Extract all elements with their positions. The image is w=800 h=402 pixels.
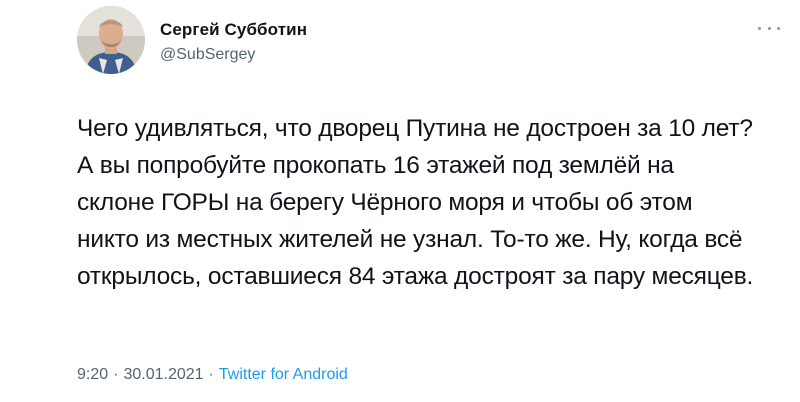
meta-separator: · xyxy=(208,366,214,383)
author-handle[interactable]: @SubSergey xyxy=(160,46,255,64)
dot xyxy=(777,26,780,30)
more-horizontal-icon[interactable] xyxy=(758,22,780,34)
avatar[interactable] xyxy=(77,6,145,74)
dot xyxy=(767,26,771,30)
tweet-source-link[interactable]: Twitter for Android xyxy=(219,366,348,383)
tweet-card: Сергей Субботин @SubSergey Чего удивлять… xyxy=(0,0,800,402)
avatar-photo xyxy=(77,6,145,74)
dot xyxy=(758,26,761,30)
tweet-date[interactable]: 30.01.2021 xyxy=(123,366,203,383)
tweet-text: Чего удивляться, что дворец Путина не до… xyxy=(77,115,754,290)
tweet-time[interactable]: 9:20 xyxy=(77,366,108,383)
tweet-meta: 9:20 · 30.01.2021 · Twitter for Android xyxy=(77,366,348,384)
author-name[interactable]: Сергей Субботин xyxy=(160,20,307,40)
meta-separator: · xyxy=(113,366,119,383)
